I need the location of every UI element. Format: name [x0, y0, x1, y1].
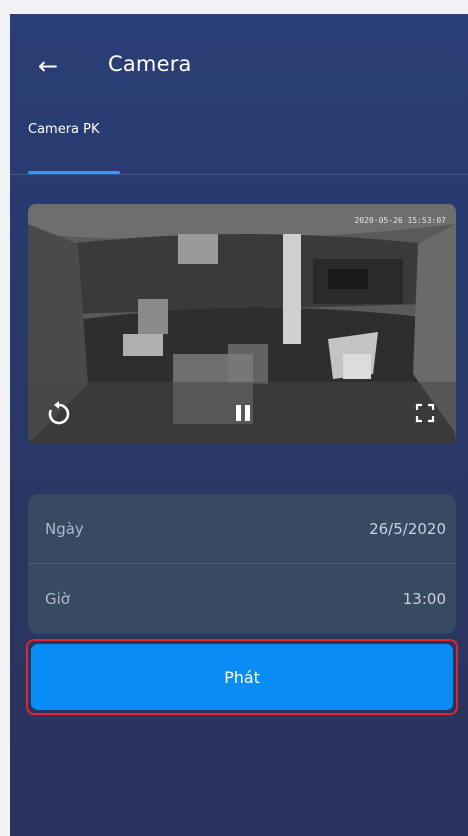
time-value: 13:00	[402, 590, 446, 608]
app-screen: ← Camera Camera PK 2020-05-26 15:53:07 N…	[10, 14, 468, 836]
time-row[interactable]: Giờ 13:00	[28, 564, 456, 634]
date-row[interactable]: Ngày 26/5/2020	[28, 494, 456, 564]
play-button[interactable]: Phát	[31, 644, 453, 710]
pause-button[interactable]	[224, 394, 262, 432]
arrow-left-icon: ←	[37, 52, 59, 80]
fullscreen-button[interactable]	[406, 394, 444, 432]
video-timestamp: 2020-05-26 15:53:07	[354, 216, 446, 225]
camera-video-player[interactable]: 2020-05-26 15:53:07	[28, 204, 456, 444]
playback-settings-card: Ngày 26/5/2020 Giờ 13:00	[28, 494, 456, 634]
play-button-highlight: Phát	[26, 639, 458, 715]
replay-icon	[48, 401, 70, 425]
tab-divider	[10, 174, 468, 175]
page-title: Camera	[108, 52, 192, 76]
back-button[interactable]: ←	[32, 52, 64, 80]
app-header: ← Camera	[10, 14, 468, 124]
replay-button[interactable]	[40, 394, 78, 432]
pause-icon	[236, 405, 250, 421]
date-value: 26/5/2020	[369, 520, 446, 538]
date-label: Ngày	[45, 520, 84, 538]
video-controls-bar	[28, 382, 456, 444]
tab-camera-pk[interactable]: Camera PK	[28, 122, 100, 137]
time-label: Giờ	[45, 590, 70, 608]
fullscreen-icon	[415, 403, 435, 423]
